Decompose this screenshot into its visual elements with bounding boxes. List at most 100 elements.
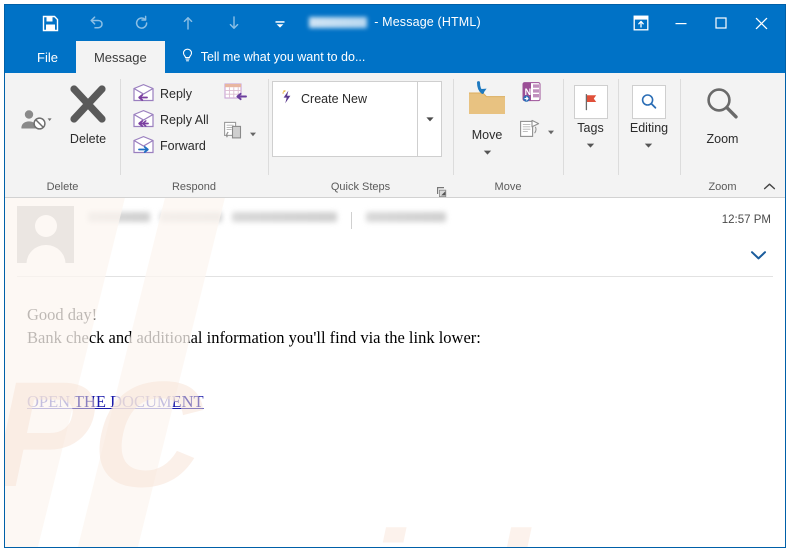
previous-item-button[interactable]	[165, 8, 211, 38]
ribbon-group-respond: Reply Reply All Forward Respond	[120, 73, 268, 197]
ribbon-group-delete: Delete Delete	[5, 73, 120, 197]
tell-me-label: Tell me what you want to do...	[200, 50, 366, 64]
tab-file[interactable]: File	[19, 41, 76, 73]
quick-steps-more-button[interactable]	[417, 82, 441, 156]
chevron-down-icon	[249, 125, 257, 143]
move-button-label: Move	[471, 128, 503, 142]
header-divider	[351, 212, 352, 229]
reply-all-button-label: Reply All	[160, 113, 209, 127]
more-respond-icon	[223, 120, 247, 147]
rules-icon	[519, 118, 545, 145]
body-line-2: Bank check and additional information yo…	[27, 328, 481, 348]
reply-envelope-icon	[132, 83, 155, 106]
window-title-suffix: - Message (HTML)	[374, 15, 481, 29]
red-flag-icon	[573, 85, 608, 119]
magnifier-icon	[703, 85, 743, 130]
onenote-icon: N	[519, 82, 545, 109]
delete-button-label: Delete	[69, 132, 107, 146]
customize-qat-button[interactable]	[257, 8, 303, 38]
close-button[interactable]	[741, 6, 781, 40]
body-line-1: Good day!	[27, 305, 98, 324]
recipient-redacted	[366, 212, 446, 222]
open-the-document-link[interactable]: OPEN THE DOCUMENT	[27, 390, 204, 413]
maximize-button[interactable]	[701, 6, 741, 40]
ribbon-group-zoom: Zoom Zoom	[680, 73, 765, 197]
ribbon-group-respond-label: Respond	[171, 181, 217, 193]
ribbon-tab-row: File Message Tell me what you want to do…	[5, 41, 785, 73]
chevron-down-icon	[547, 123, 555, 141]
watermark-text-2: risk.com	[287, 498, 785, 547]
quick-step-create-new[interactable]: Create New	[279, 87, 417, 110]
lightning-bolt-icon	[279, 89, 295, 108]
expand-header-button[interactable]	[750, 248, 767, 266]
chevron-down-icon	[644, 136, 653, 154]
meeting-button[interactable]	[223, 81, 257, 110]
zoom-button[interactable]: Zoom	[697, 77, 749, 146]
tags-button-label: Tags	[577, 121, 604, 135]
folder-move-icon	[465, 81, 509, 126]
message-body: Good day! Bank check and additional info…	[5, 277, 785, 413]
ribbon-group-tags-label	[563, 177, 618, 197]
delete-button[interactable]: Delete	[59, 77, 117, 146]
ribbon-group-delete-label: Delete	[46, 181, 79, 193]
reply-button[interactable]: Reply	[128, 81, 213, 107]
quick-steps-gallery[interactable]: Create New	[272, 81, 442, 157]
title-bar: - Message (HTML)	[5, 5, 785, 41]
message-header: 12:57 PM	[5, 198, 785, 276]
ribbon-display-options-button[interactable]	[621, 6, 661, 40]
ribbon: Delete Delete Reply Reply All Forward Re…	[5, 73, 785, 198]
quick-step-label: Create New	[301, 91, 367, 106]
person-avatar-icon	[34, 215, 57, 237]
chevron-down-icon	[483, 143, 492, 161]
outlook-message-window: - Message (HTML) File Message Tell me wh…	[4, 4, 786, 548]
calendar-reply-icon	[223, 83, 249, 109]
sender-email-redacted	[232, 212, 337, 222]
sender-info	[74, 206, 773, 276]
quick-steps-dialog-launcher[interactable]	[436, 184, 447, 197]
ignore-junk-button[interactable]	[11, 77, 59, 138]
quick-access-toolbar	[5, 8, 303, 38]
lightbulb-icon	[181, 48, 194, 66]
ribbon-group-editing-label	[618, 177, 680, 197]
ribbon-group-editing: Editing	[618, 73, 680, 197]
undo-button[interactable]	[73, 8, 119, 38]
forward-envelope-icon	[132, 135, 155, 158]
forward-button[interactable]: Forward	[128, 133, 213, 159]
minimize-button[interactable]	[661, 6, 701, 40]
message-timestamp: 12:57 PM	[721, 214, 771, 226]
ribbon-group-quick-steps-label: Quick Steps	[330, 181, 391, 193]
reply-all-button[interactable]: Reply All	[128, 107, 213, 133]
ribbon-group-move: Move N Move	[453, 73, 563, 197]
x-delete-icon	[65, 83, 111, 130]
subject-redacted	[309, 16, 368, 28]
tab-message[interactable]: Message	[75, 41, 165, 73]
ribbon-group-zoom-label: Zoom	[708, 181, 737, 193]
ribbon-group-quick-steps: Create New Quick Steps	[268, 73, 453, 197]
sender-display-redacted	[160, 212, 222, 222]
magnifier-blue-icon	[631, 85, 666, 119]
reply-all-envelope-icon	[132, 109, 155, 132]
collapse-ribbon-button[interactable]	[760, 177, 778, 195]
move-button[interactable]: Move	[459, 77, 515, 161]
quick-steps-items: Create New	[273, 82, 417, 156]
zoom-button-label: Zoom	[706, 132, 739, 146]
rules-button[interactable]	[519, 118, 555, 145]
editing-button[interactable]: Editing	[624, 77, 674, 154]
onenote-button[interactable]: N	[519, 81, 555, 110]
tags-button[interactable]: Tags	[567, 77, 615, 154]
svg-text:N: N	[525, 87, 532, 97]
reading-pane: 12:57 PM Good day! Bank check and additi…	[5, 198, 785, 547]
more-respond-button[interactable]	[223, 120, 257, 147]
ribbon-group-move-label: Move	[494, 181, 522, 193]
save-button[interactable]	[27, 8, 73, 38]
chevron-down-icon	[586, 136, 595, 154]
ribbon-group-tags: Tags	[563, 73, 618, 197]
tell-me-box[interactable]: Tell me what you want to do...	[165, 41, 366, 73]
editing-button-label: Editing	[629, 121, 669, 135]
person-block-icon	[18, 107, 52, 138]
next-item-button[interactable]	[211, 8, 257, 38]
forward-button-label: Forward	[160, 139, 206, 153]
redo-button[interactable]	[119, 8, 165, 38]
window-controls	[621, 5, 781, 41]
sender-name-redacted	[88, 212, 150, 222]
